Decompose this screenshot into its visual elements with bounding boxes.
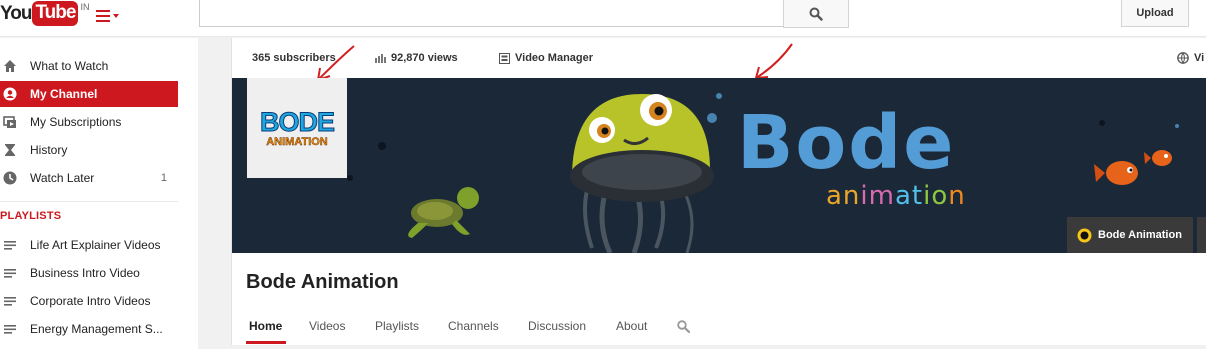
channel-banner: BODE ANIMATION Bode animation Bode Anima… [232, 78, 1206, 253]
sidebar-item-label: My Channel [30, 87, 98, 101]
sidebar-item-my-channel[interactable]: My Channel [0, 81, 178, 107]
caret-down-icon [113, 14, 119, 18]
tab-videos[interactable]: Videos [309, 319, 345, 333]
banner-art [347, 93, 1179, 253]
search-input[interactable] [199, 0, 784, 27]
hourglass-icon [3, 143, 17, 157]
playlists-heading: PLAYLISTS [0, 210, 62, 222]
masthead: You Tube IN Upload [0, 0, 1206, 37]
hamburger-icon [96, 10, 110, 22]
sidebar-item-what-to-watch[interactable]: What to Watch [0, 53, 178, 79]
banner-subtitle: animation [826, 181, 966, 211]
logo-tube-text: Tube [32, 1, 79, 26]
youtube-logo[interactable]: You Tube IN [0, 0, 89, 30]
channel-logo-icon [1077, 228, 1092, 242]
playlist-label: Life Art Explainer Videos [30, 238, 161, 252]
sidebar-item-watch-later[interactable]: Watch Later 1 [0, 165, 178, 191]
channel-name: Bode Animation [246, 271, 399, 293]
sidebar-item-label: What to Watch [30, 59, 109, 73]
view-as-label: Vi [1194, 52, 1205, 64]
clock-icon [3, 171, 17, 185]
tab-about[interactable]: About [616, 319, 647, 333]
banner-channel-link[interactable]: Bode Animation [1067, 217, 1193, 253]
banner-link-label: Bode Animation [1098, 229, 1182, 241]
video-manager-label: Video Manager [515, 52, 594, 64]
playlist-label: Corporate Intro Videos [30, 294, 151, 308]
tab-channels[interactable]: Channels [448, 319, 499, 333]
view-count-stat[interactable]: 92,870 views [375, 52, 458, 64]
avatar-logo-text: BODE [259, 106, 335, 137]
playlist-label: Energy Management S... [30, 322, 163, 336]
sidebar-playlist-item[interactable]: Life Art Explainer Videos [0, 232, 178, 258]
upload-button[interactable]: Upload [1121, 0, 1189, 27]
search-button[interactable] [783, 0, 849, 28]
banner-title: Bode [737, 100, 956, 186]
channel-panel: 365 subscribers 92,870 views Video Manag… [231, 38, 1206, 345]
tab-home[interactable]: Home [249, 319, 282, 333]
sidebar-item-label: My Subscriptions [30, 115, 122, 129]
sidebar-item-label: History [30, 143, 68, 157]
playlist-icon [3, 322, 17, 336]
sidebar-playlist-item[interactable]: Energy Management S... [0, 316, 178, 342]
guide-sidebar: What to Watch My Channel My Subscription… [0, 38, 198, 349]
tab-playlists[interactable]: Playlists [375, 319, 419, 333]
sidebar-item-label: Watch Later [30, 171, 95, 185]
channel-search-icon[interactable] [677, 320, 690, 333]
tab-discussion[interactable]: Discussion [528, 319, 586, 333]
watch-later-count: 1 [160, 172, 167, 184]
banner-link-more[interactable] [1197, 217, 1206, 253]
subscriptions-icon [3, 115, 17, 129]
bar-chart-icon [375, 53, 386, 63]
user-icon [3, 87, 17, 101]
channel-avatar[interactable]: BODE ANIMATION [247, 78, 347, 178]
channel-stats-bar: 365 subscribers 92,870 views Video Manag… [232, 38, 1206, 81]
playlist-icon [3, 238, 17, 252]
search-icon [809, 7, 823, 21]
sidebar-item-my-subscriptions[interactable]: My Subscriptions [0, 109, 178, 135]
home-icon [3, 59, 17, 73]
view-as-link[interactable]: Vi [1177, 52, 1204, 64]
sidebar-playlist-item[interactable]: Corporate Intro Videos [0, 288, 178, 314]
sidebar-playlist-item[interactable]: Business Intro Video [0, 260, 178, 286]
playlist-icon [3, 266, 17, 280]
active-tab-indicator [246, 341, 286, 344]
avatar-logo-subtext: ANIMATION [266, 135, 328, 148]
sidebar-divider [0, 201, 178, 202]
sidebar-item-history[interactable]: History [0, 137, 178, 163]
video-manager-link[interactable]: Video Manager [499, 52, 593, 64]
playlist-label: Business Intro Video [30, 266, 140, 280]
guide-menu-button[interactable] [96, 7, 124, 25]
region-label: IN [80, 2, 90, 12]
video-manager-icon [499, 52, 510, 64]
red-arrow-annotation [755, 43, 793, 79]
view-count: 92,870 views [391, 52, 458, 64]
globe-icon [1177, 52, 1189, 64]
logo-you-text: You [0, 3, 33, 24]
playlist-icon [3, 294, 17, 308]
channel-tabs: Home Videos Playlists Channels Discussio… [232, 310, 1206, 345]
